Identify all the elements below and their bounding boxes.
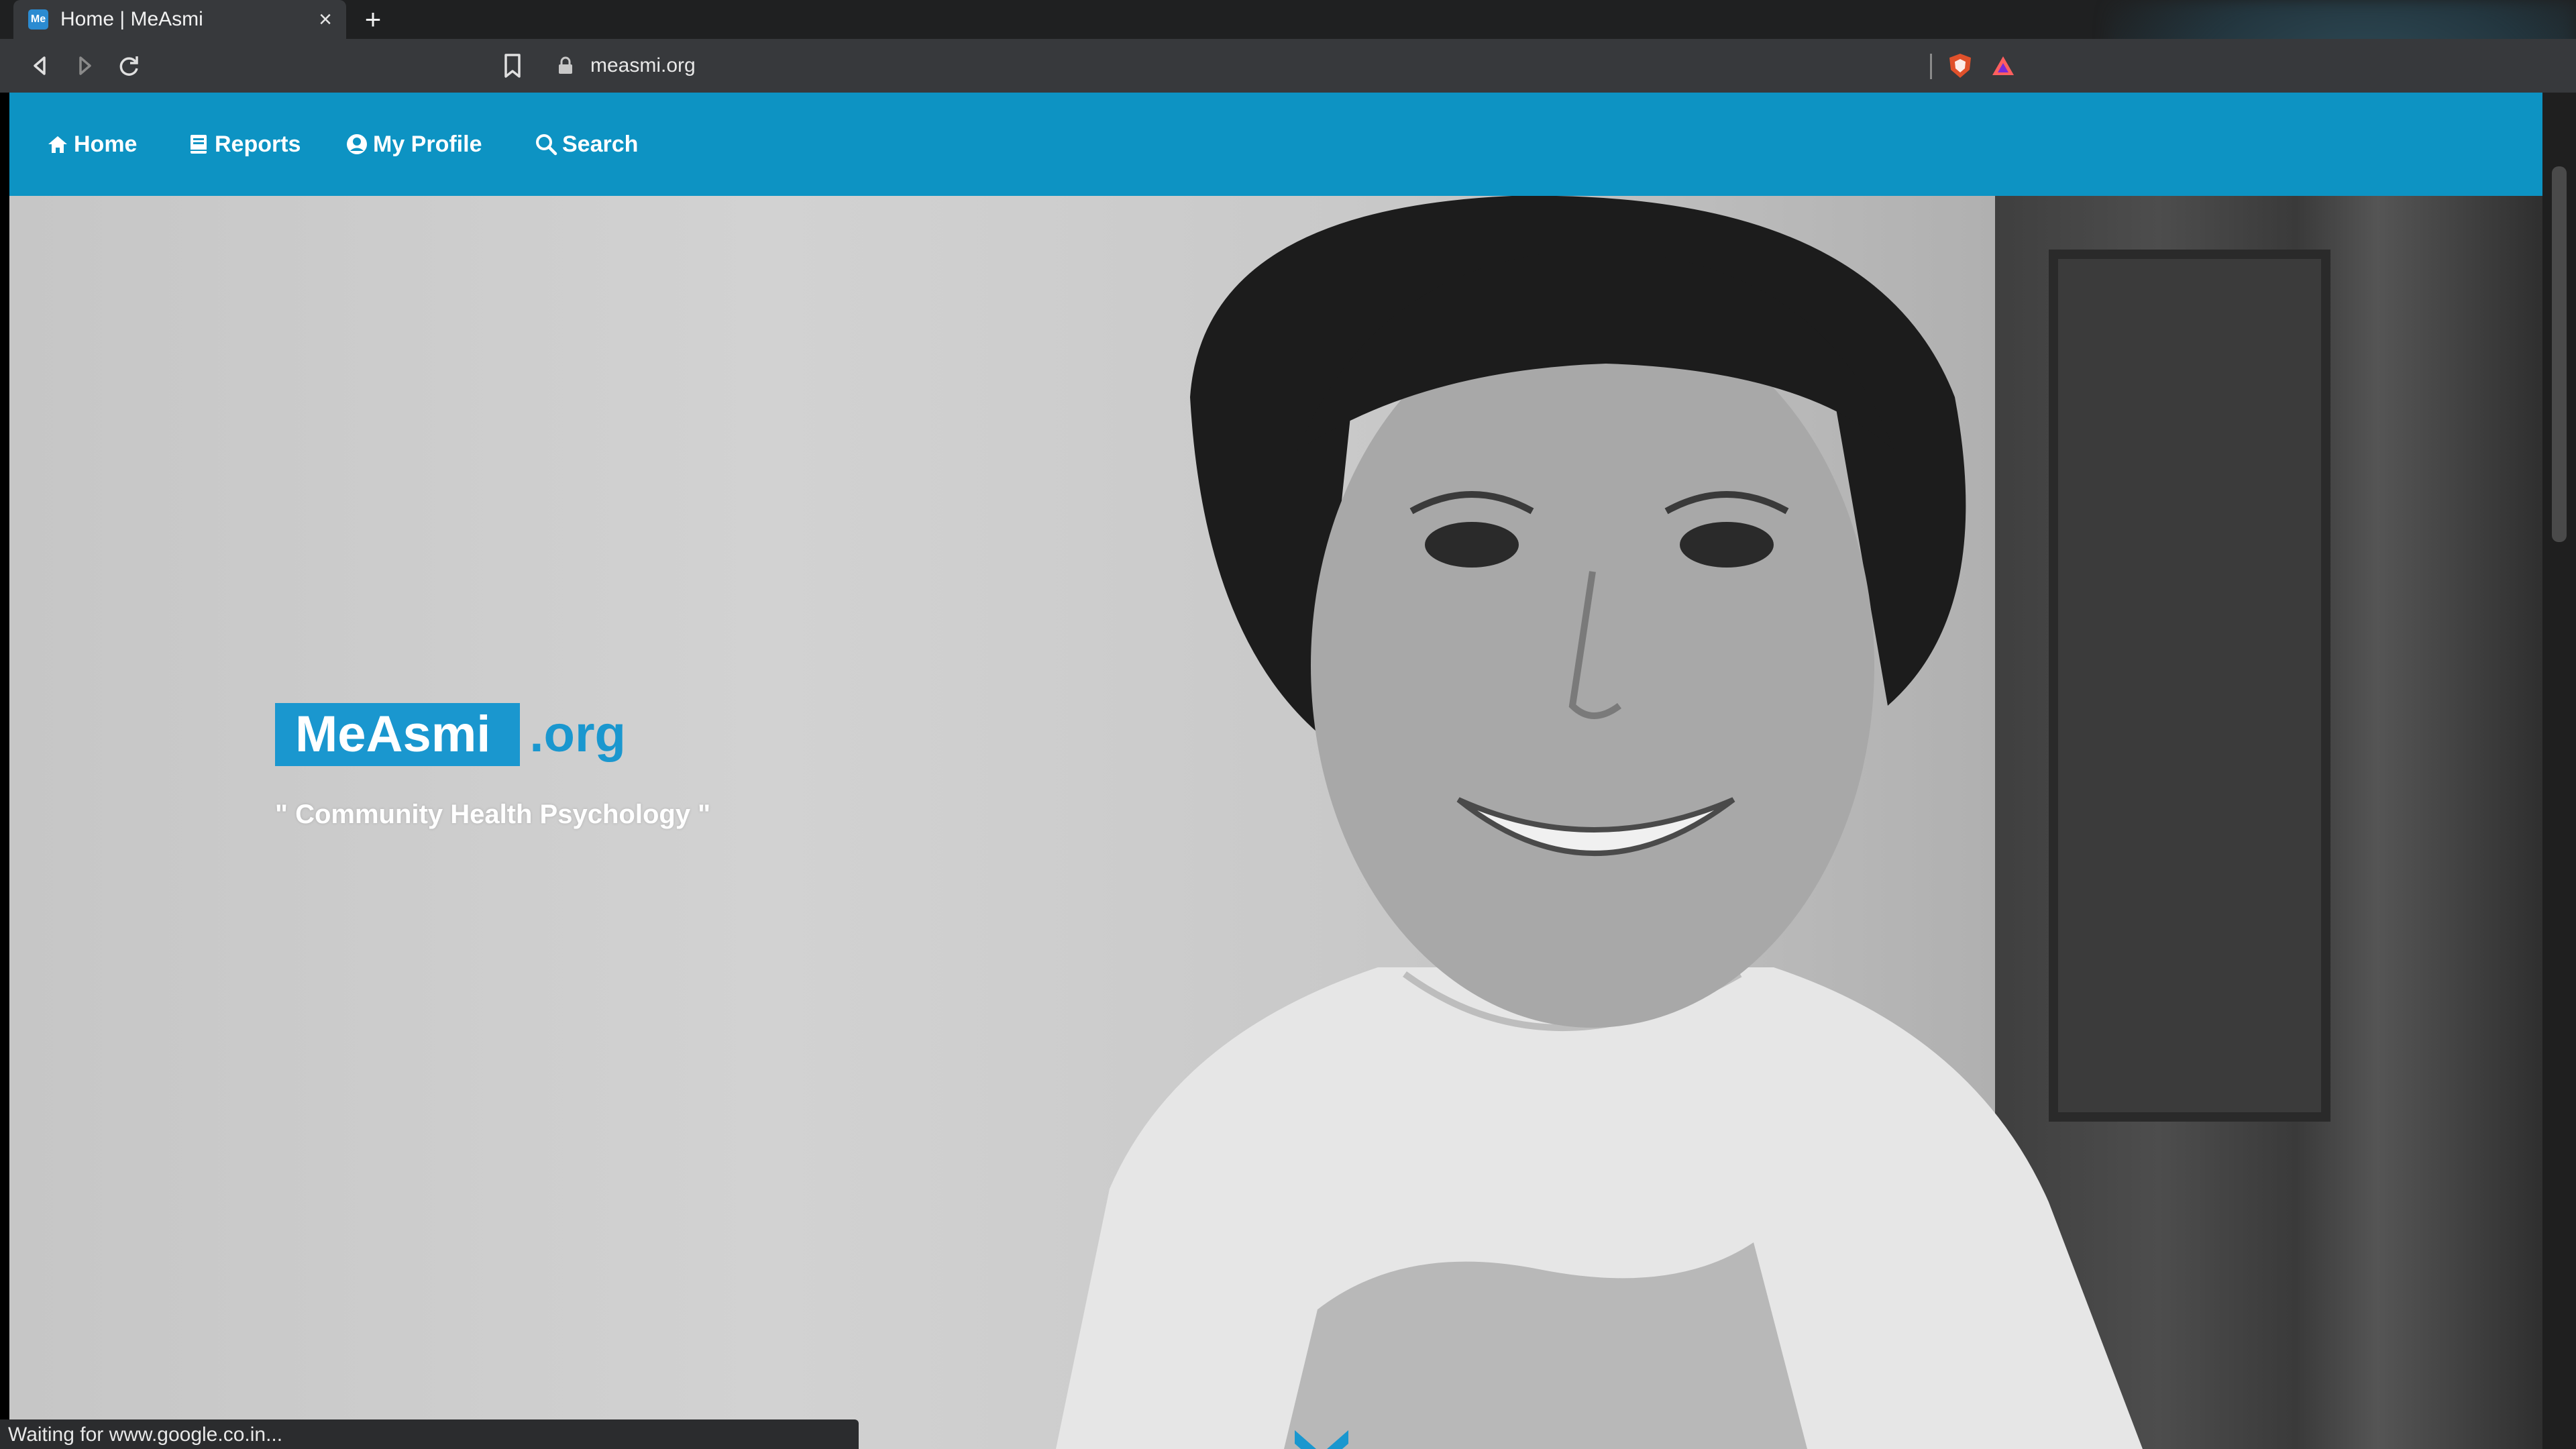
nav-home-label: Home (74, 131, 138, 157)
browser-tab-bar: Me Home | MeAsmi × + (0, 0, 2576, 195)
brave-shield-icon[interactable] (1945, 51, 1975, 80)
nav-reports[interactable]: Reports (186, 127, 301, 161)
nav-search[interactable]: Search (534, 127, 638, 161)
bookmark-icon (504, 54, 521, 78)
browser-status-bar: Waiting for www.google.co.in... (0, 1419, 859, 1449)
hero-section: MeAsmi .org " Community Health Psycholog… (9, 196, 2542, 1449)
nav-my-profile[interactable]: My Profile (345, 127, 482, 161)
logo-suffix: .org (529, 706, 626, 763)
site-navbar: Home Reports My Profile Search (9, 93, 2542, 196)
logo-name: MeAsmi (275, 703, 521, 766)
user-circle-icon (347, 134, 367, 154)
toolbar-divider (1930, 54, 1932, 79)
browser-tab[interactable]: Me Home | MeAsmi × (13, 0, 346, 39)
home-icon (48, 136, 67, 153)
page-scrollbar[interactable] (2542, 93, 2576, 1449)
favicon-icon: Me (28, 9, 48, 30)
reload-icon (119, 56, 138, 76)
book-icon (191, 135, 207, 154)
search-icon (536, 134, 557, 156)
nav-home[interactable]: Home (46, 127, 137, 161)
lock-icon (559, 56, 572, 74)
reload-button[interactable] (113, 50, 145, 82)
web-page: Home Reports My Profile Search MeAsmi .o… (9, 93, 2542, 1449)
scrollbar-thumb[interactable] (2552, 166, 2567, 542)
bookmark-button[interactable] (496, 50, 529, 82)
tab-title: Home | MeAsmi (60, 8, 203, 30)
tab-close-button[interactable]: × (311, 5, 339, 34)
nav-search-label: Search (562, 131, 639, 157)
site-tagline: " Community Health Psychology " (275, 800, 711, 829)
nav-reports-label: Reports (215, 131, 301, 157)
back-arrow-icon (34, 56, 46, 75)
address-bar[interactable]: measmi.org (543, 46, 2019, 86)
status-text: Waiting for www.google.co.in... (8, 1424, 283, 1446)
back-button[interactable] (24, 50, 56, 82)
new-tab-button[interactable]: + (356, 3, 390, 38)
url-text: measmi.org (590, 54, 696, 76)
forward-arrow-icon (79, 56, 91, 75)
hero-photo-smiling-child (1056, 196, 2143, 1449)
nav-my-profile-label: My Profile (373, 131, 482, 157)
rewards-triangle-icon[interactable] (1990, 52, 2017, 79)
browser-toolbar: measmi.org (0, 39, 2576, 93)
forward-button[interactable] (68, 50, 101, 82)
site-logo[interactable]: MeAsmi .org (275, 703, 626, 766)
chevron-double-down-icon[interactable] (1288, 1424, 1355, 1449)
